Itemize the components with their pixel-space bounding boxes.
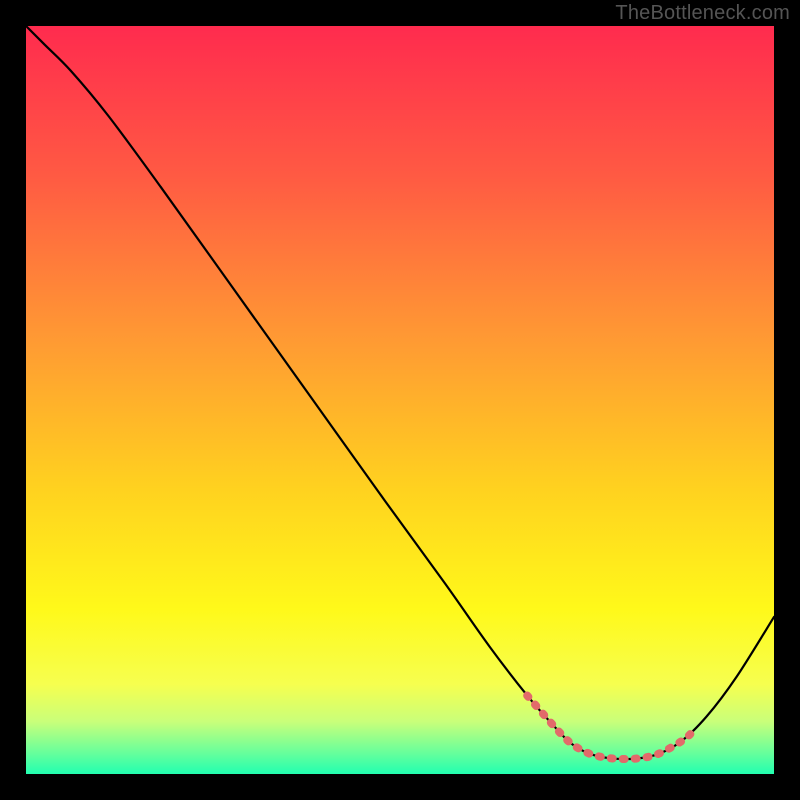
- chart-plot: [26, 26, 774, 774]
- chart-svg: [26, 26, 774, 774]
- chart-background: [26, 26, 774, 774]
- watermark-text: TheBottleneck.com: [615, 2, 790, 25]
- chart-frame: TheBottleneck.com: [0, 0, 800, 800]
